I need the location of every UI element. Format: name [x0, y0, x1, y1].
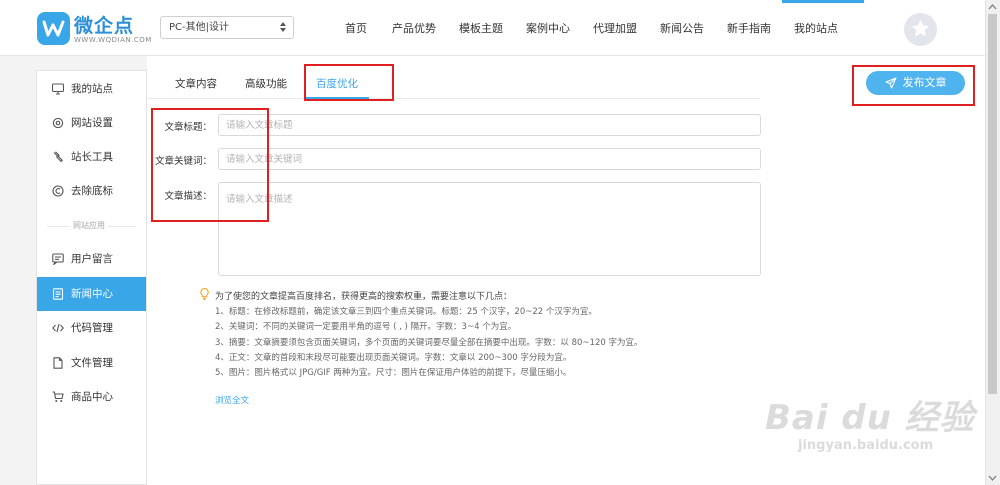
message-icon — [52, 253, 64, 265]
nav-agent[interactable]: 代理加盟 — [589, 0, 641, 56]
sidebar-item-webmaster-tools[interactable]: 站长工具 — [37, 140, 146, 174]
avatar[interactable] — [904, 13, 937, 46]
nav-news[interactable]: 新闻公告 — [656, 0, 708, 56]
file-icon — [53, 357, 63, 369]
tip-item: 1、标题：在修改标题前，确定该文章三到四个重点关键词。标题：25 个汉字，20~… — [215, 307, 597, 317]
wrench-icon — [53, 151, 64, 163]
tip-item: 4、正文：文章的首段和末段尽可能要出现页面关键词。字数：文章以 200~300 … — [215, 353, 572, 363]
nav-cases[interactable]: 案例中心 — [522, 0, 574, 56]
annotation-box-publish — [852, 65, 975, 106]
cart-icon — [52, 391, 64, 402]
nav-my-site[interactable]: 我的站点 — [790, 0, 842, 56]
site-select[interactable]: PC-其他|设计 — [160, 16, 294, 39]
copyright-icon — [52, 185, 64, 197]
description-textarea[interactable] — [218, 182, 761, 276]
nav-product-advantages[interactable]: 产品优势 — [388, 0, 440, 56]
watermark: Bai du 经验 jingyan.baidu.com — [760, 390, 985, 465]
tip-item: 5、图片：图片格式以 JPG/GIF 两种为宜。尺寸：图片在保证用户体验的前提下… — [215, 368, 572, 378]
nav-guide[interactable]: 新手指南 — [723, 0, 775, 56]
sidebar: 我的站点 网站设置 站长工具 去除底标 网站应用 用户留言 新闻中心 代码管理 — [36, 70, 147, 485]
title-input[interactable] — [218, 114, 761, 136]
tab-advanced[interactable]: 高级功能 — [236, 72, 296, 100]
sidebar-item-remove-footer[interactable]: 去除底标 — [37, 174, 146, 208]
watermark-logo-text: Bai du 经验 — [765, 398, 975, 438]
sidebar-item-label: 站长工具 — [71, 151, 113, 163]
sidebar-item-code-management[interactable]: 代码管理 — [37, 311, 146, 345]
sidebar-item-label: 商品中心 — [71, 391, 113, 403]
top-header: 微企点 WWW.WQDIAN.COM PC-其他|设计 首页 产品优势 模板主题… — [0, 0, 985, 56]
sidebar-item-site-settings[interactable]: 网站设置 — [37, 106, 146, 140]
tips-heading-text: 为了使您的文章提高百度排名，获得更高的搜索权重，需要注意以下几点： — [215, 292, 513, 302]
nav-active-indicator — [782, 0, 864, 3]
sidebar-item-label: 代码管理 — [71, 322, 113, 334]
sidebar-item-label: 用户留言 — [71, 253, 113, 265]
brand-logo-icon[interactable] — [37, 12, 70, 45]
gear-icon — [52, 117, 64, 129]
select-arrows-icon — [280, 22, 286, 32]
code-icon — [52, 323, 64, 333]
watermark-url: jingyan.baidu.com — [798, 438, 934, 453]
scrollbar-thumb[interactable] — [988, 14, 997, 394]
tip-item: 3、摘要：文章摘要须包含页面关键词，多个页面的关键词要尽量全部在摘要中出现。字数… — [215, 338, 643, 348]
sidebar-group-label: 网站应用 — [70, 220, 108, 231]
annotation-box-tab — [304, 64, 394, 101]
sidebar-item-product-center[interactable]: 商品中心 — [37, 380, 146, 414]
sidebar-item-messages[interactable]: 用户留言 — [37, 242, 146, 276]
sidebar-item-file-management[interactable]: 文件管理 — [37, 346, 146, 380]
sidebar-item-label: 我的站点 — [71, 83, 113, 95]
nav-templates[interactable]: 模板主题 — [455, 0, 507, 56]
tip-item: 2、关键词：不同的关键词一定要用半角的逗号 ( , ) 隔开。字数：3~4 个为… — [215, 322, 517, 332]
keywords-input[interactable] — [218, 148, 761, 170]
brand-name[interactable]: 微企点 — [74, 11, 134, 38]
star-icon — [911, 19, 930, 37]
sidebar-item-label: 文件管理 — [71, 357, 113, 369]
sidebar-item-news-center[interactable]: 新闻中心 — [37, 277, 146, 311]
scroll-down-arrow-icon[interactable] — [988, 474, 997, 482]
annotation-box-form-labels — [151, 108, 269, 222]
tab-bar-divider — [147, 98, 760, 99]
read-all-link[interactable]: 浏览全文 — [215, 394, 249, 406]
nav-home[interactable]: 首页 — [337, 0, 375, 56]
sidebar-item-label: 网站设置 — [71, 117, 113, 129]
tab-article-content[interactable]: 文章内容 — [166, 72, 226, 100]
scroll-up-arrow-icon[interactable] — [988, 3, 997, 11]
sidebar-item-label: 新闻中心 — [71, 288, 113, 300]
document-icon — [52, 288, 64, 300]
sidebar-item-label: 去除底标 — [71, 185, 113, 197]
site-select-value: PC-其他|设计 — [169, 22, 229, 33]
app-root: 微企点 WWW.WQDIAN.COM PC-其他|设计 首页 产品优势 模板主题… — [0, 0, 1000, 485]
brand-url: WWW.WQDIAN.COM — [74, 36, 152, 44]
lightbulb-icon — [200, 288, 209, 300]
sidebar-item-my-site[interactable]: 我的站点 — [37, 72, 146, 106]
monitor-icon — [52, 83, 64, 95]
